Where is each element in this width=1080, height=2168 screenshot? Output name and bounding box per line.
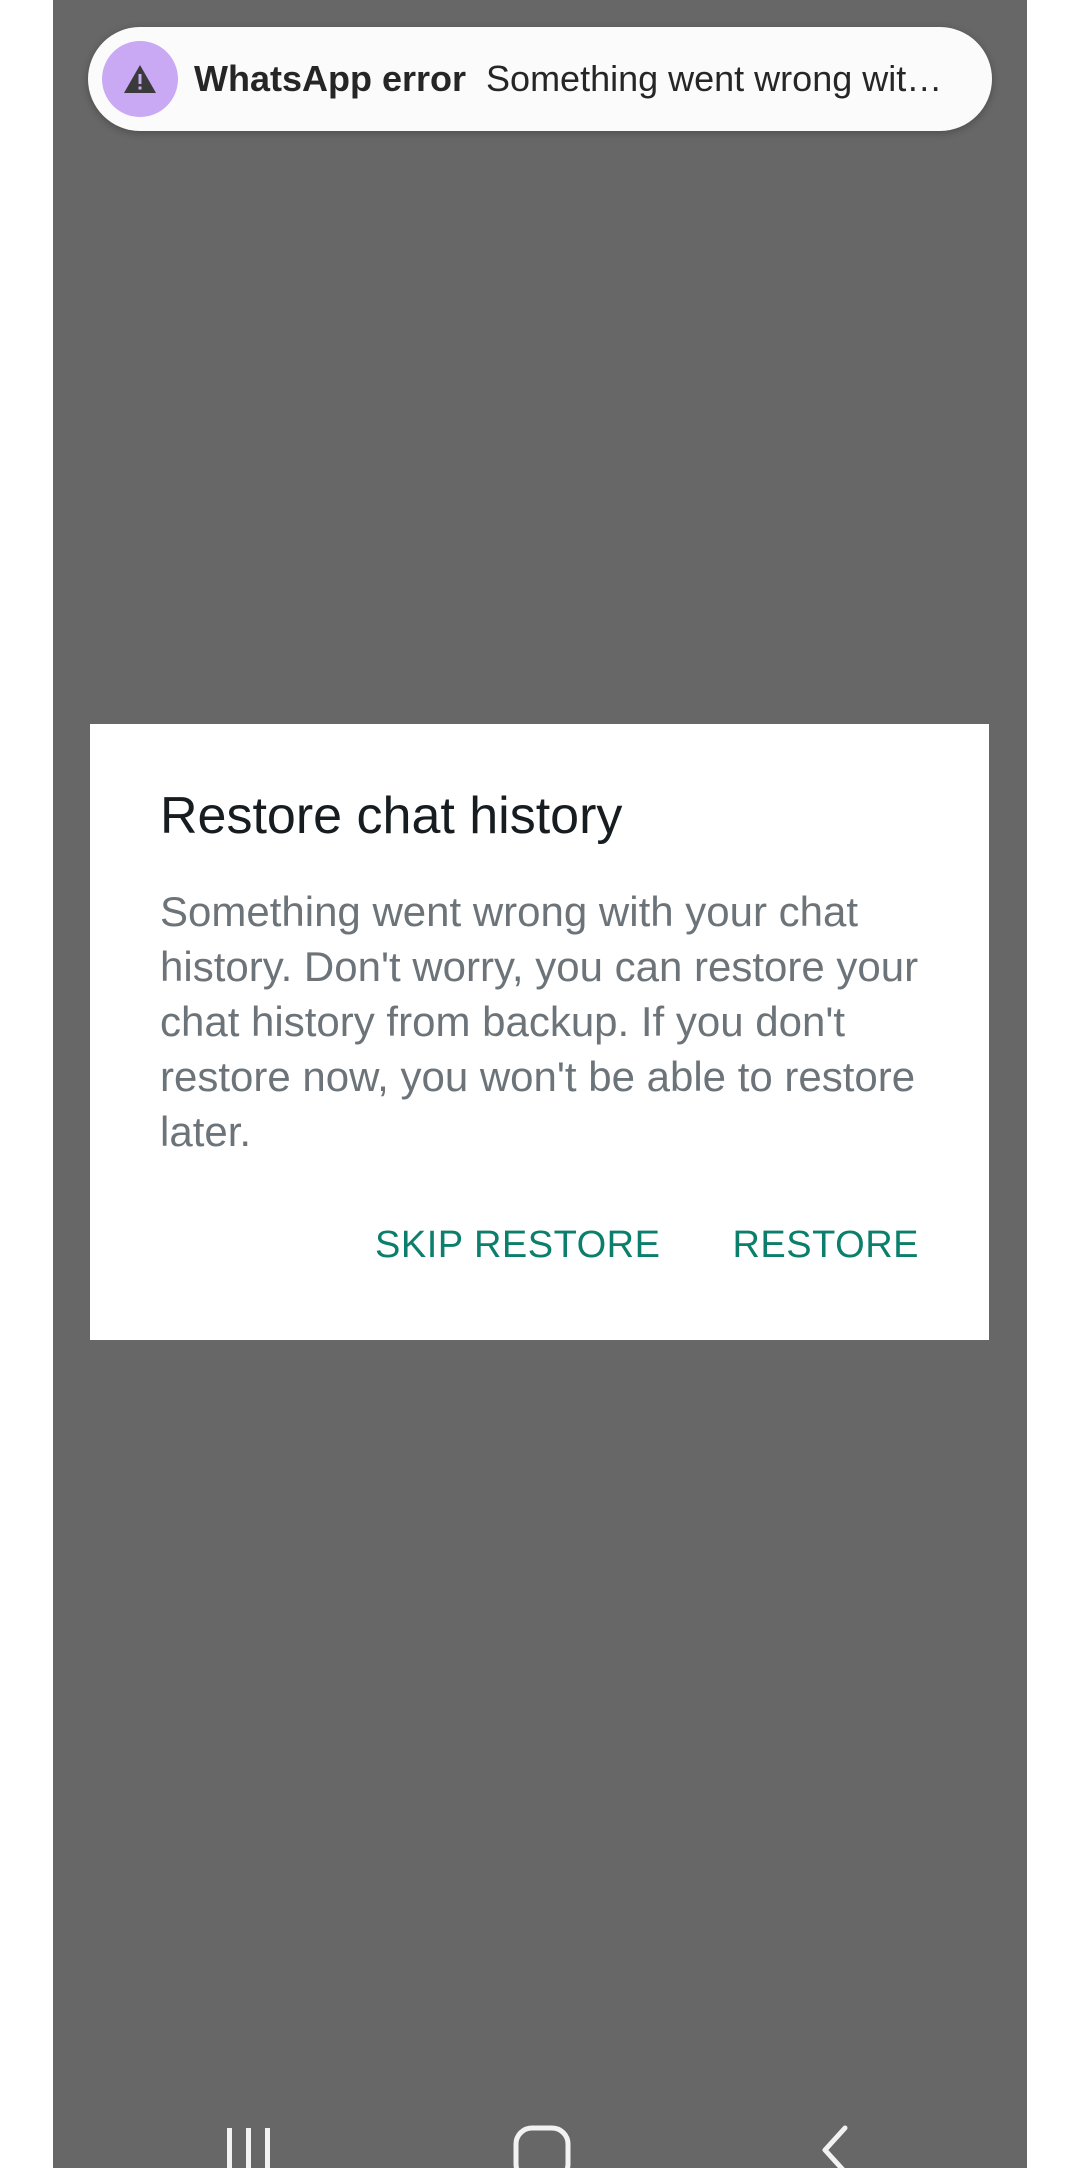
notification-text: Something went wrong wit… (486, 58, 943, 99)
notification-title: WhatsApp error (194, 58, 467, 99)
restore-button[interactable]: RESTORE (732, 1224, 919, 1267)
dialog-actions: SKIP RESTORE RESTORE (375, 1224, 919, 1267)
skip-restore-button[interactable]: SKIP RESTORE (375, 1224, 660, 1267)
dialog-title: Restore chat history (160, 787, 623, 845)
app-screen: WhatsApp error Something went wrong wit…… (53, 0, 1027, 2168)
back-icon[interactable] (813, 2108, 853, 2168)
home-icon[interactable] (511, 2108, 573, 2168)
warning-icon (102, 41, 178, 117)
restore-dialog: Restore chat history Something went wron… (90, 724, 989, 1340)
navigation-bar (53, 2108, 1027, 2168)
heads-up-notification[interactable]: WhatsApp error Something went wrong wit… (88, 27, 992, 131)
recents-icon[interactable] (221, 2108, 277, 2168)
dialog-message: Something went wrong with your chat hist… (160, 888, 919, 1155)
